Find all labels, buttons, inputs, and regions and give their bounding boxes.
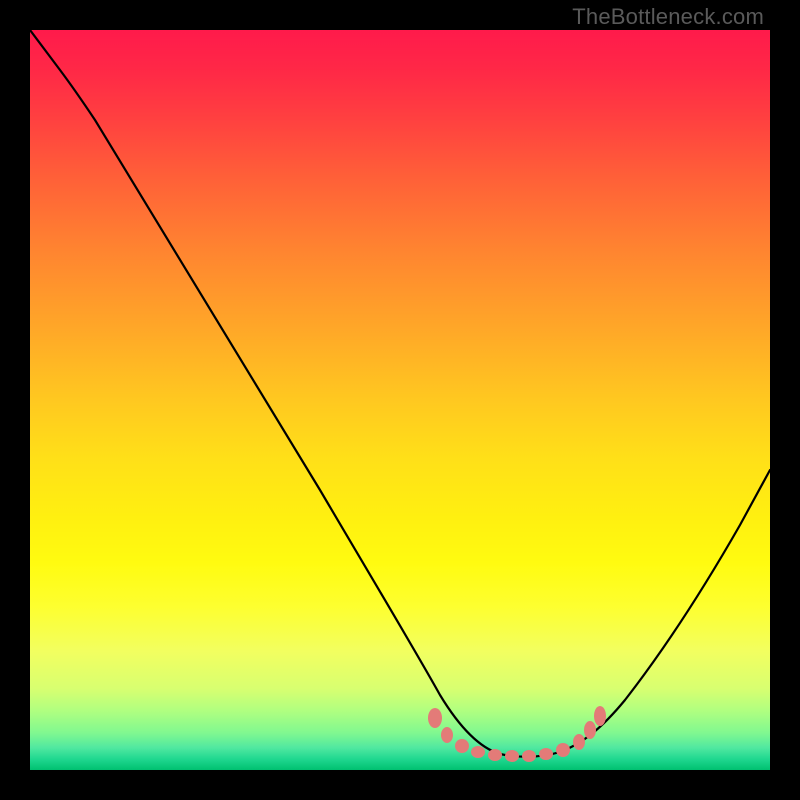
chart-svg — [30, 30, 770, 770]
bottleneck-curve — [30, 30, 770, 757]
watermark-text: TheBottleneck.com — [572, 4, 764, 30]
chart-frame: TheBottleneck.com — [0, 0, 800, 800]
plot-area — [30, 30, 770, 770]
flat-zone-markers — [428, 706, 606, 762]
